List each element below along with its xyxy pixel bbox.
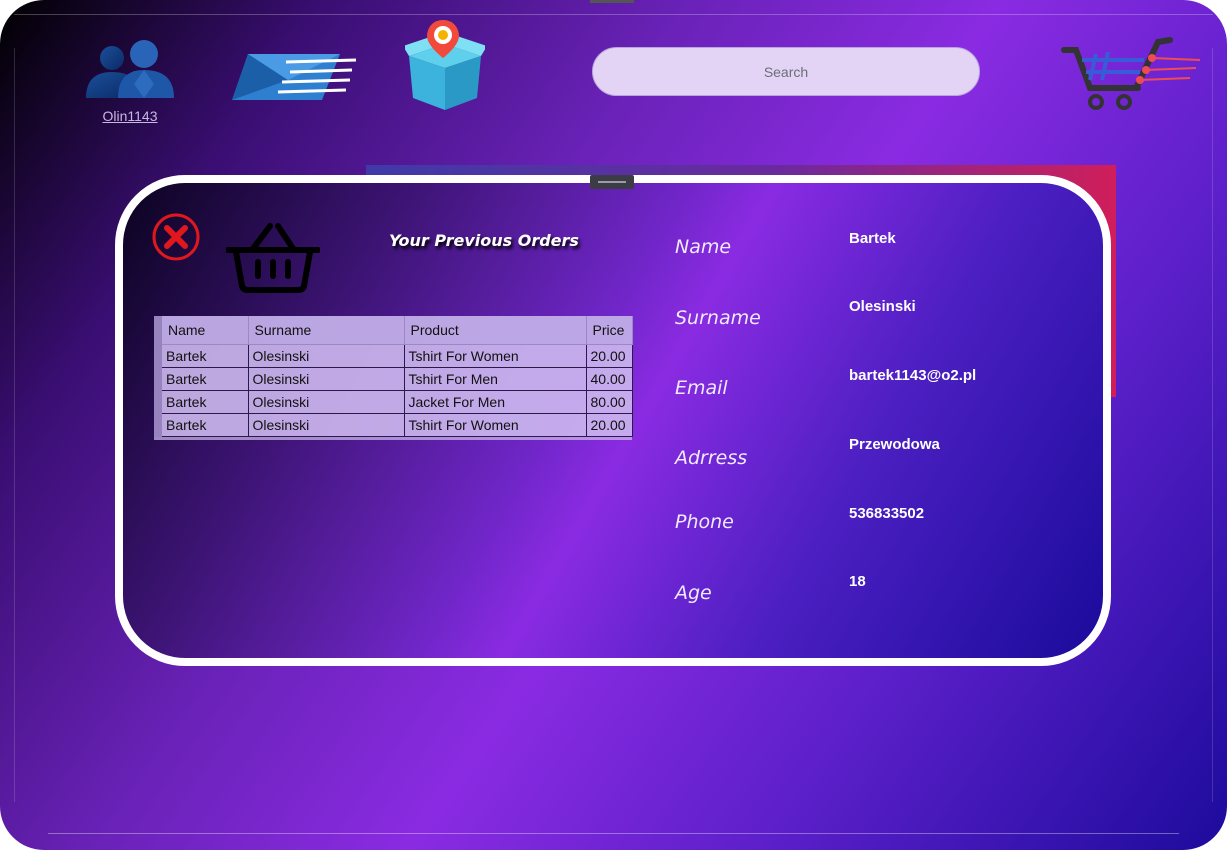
table-header-row: Name Surname Product Price [154,316,633,345]
close-icon[interactable] [152,213,200,261]
basket-icon [226,223,320,293]
frame-line-top [14,14,1213,15]
cell-name[interactable]: Bartek [162,413,249,437]
package-location-icon[interactable] [405,18,485,112]
search-bar[interactable] [592,47,980,96]
cell-price[interactable]: 20.00 [586,344,633,368]
table-row[interactable]: Bartek Olesinski Tshirt For Men 40.00 [154,367,633,391]
frame-line-left [14,48,15,802]
surname-value: Olesinski [849,298,916,315]
frame-line-right [1212,48,1213,802]
row-header[interactable] [154,413,162,437]
orders-table[interactable]: Name Surname Product Price Bartek Olesin… [154,316,633,440]
row-header[interactable] [154,390,162,414]
age-value: 18 [849,573,866,590]
user-profile[interactable]: Olin1143 [80,38,180,124]
orders-title: Your Previous Orders [389,231,579,250]
cell-surname[interactable]: Olesinski [248,344,405,368]
cell-price[interactable]: 40.00 [586,367,633,391]
mail-icon[interactable] [230,48,360,104]
table-row[interactable]: Bartek Olesinski Jacket For Men 80.00 [154,390,633,414]
row-header[interactable] [154,344,162,368]
panel-drag-handle[interactable] [590,175,634,189]
cell-name[interactable]: Bartek [162,367,249,391]
frame-line-bottom [48,833,1179,834]
phone-value: 536833502 [849,505,925,522]
shopping-cart-icon[interactable] [1060,36,1202,112]
search-input[interactable] [593,62,979,81]
window-top-handle[interactable] [590,0,634,3]
cell-surname[interactable]: Olesinski [248,390,405,414]
email-label: Email [675,377,728,399]
table-row[interactable]: Bartek Olesinski Tshirt For Women 20.00 [154,413,633,437]
phone-label: Phone [675,511,734,533]
cell-price[interactable]: 20.00 [586,413,633,437]
column-header-product[interactable]: Product [404,316,587,345]
users-icon[interactable] [82,38,178,100]
cell-name[interactable]: Bartek [162,390,249,414]
cell-product[interactable]: Tshirt For Women [404,344,587,368]
address-label: Adrress [675,447,748,469]
cell-product[interactable]: Tshirt For Men [404,367,587,391]
column-header-price[interactable]: Price [586,316,633,345]
username-link[interactable]: Olin1143 [80,108,180,124]
column-header-surname[interactable]: Surname [248,316,405,345]
name-value: Bartek [849,230,896,247]
age-label: Age [675,582,712,604]
column-header-name[interactable]: Name [162,316,249,345]
surname-label: Surname [675,307,761,329]
cell-name[interactable]: Bartek [162,344,249,368]
cell-product[interactable]: Tshirt For Women [404,413,587,437]
row-header-corner [154,316,162,345]
address-value: Przewodowa [849,436,940,453]
cell-price[interactable]: 80.00 [586,390,633,414]
cell-product[interactable]: Jacket For Men [404,390,587,414]
email-value: bartek1143@o2.pl [849,367,977,384]
table-row[interactable]: Bartek Olesinski Tshirt For Women 20.00 [154,344,633,368]
name-label: Name [675,236,732,258]
cell-surname[interactable]: Olesinski [248,367,405,391]
row-header[interactable] [154,367,162,391]
cell-surname[interactable]: Olesinski [248,413,405,437]
